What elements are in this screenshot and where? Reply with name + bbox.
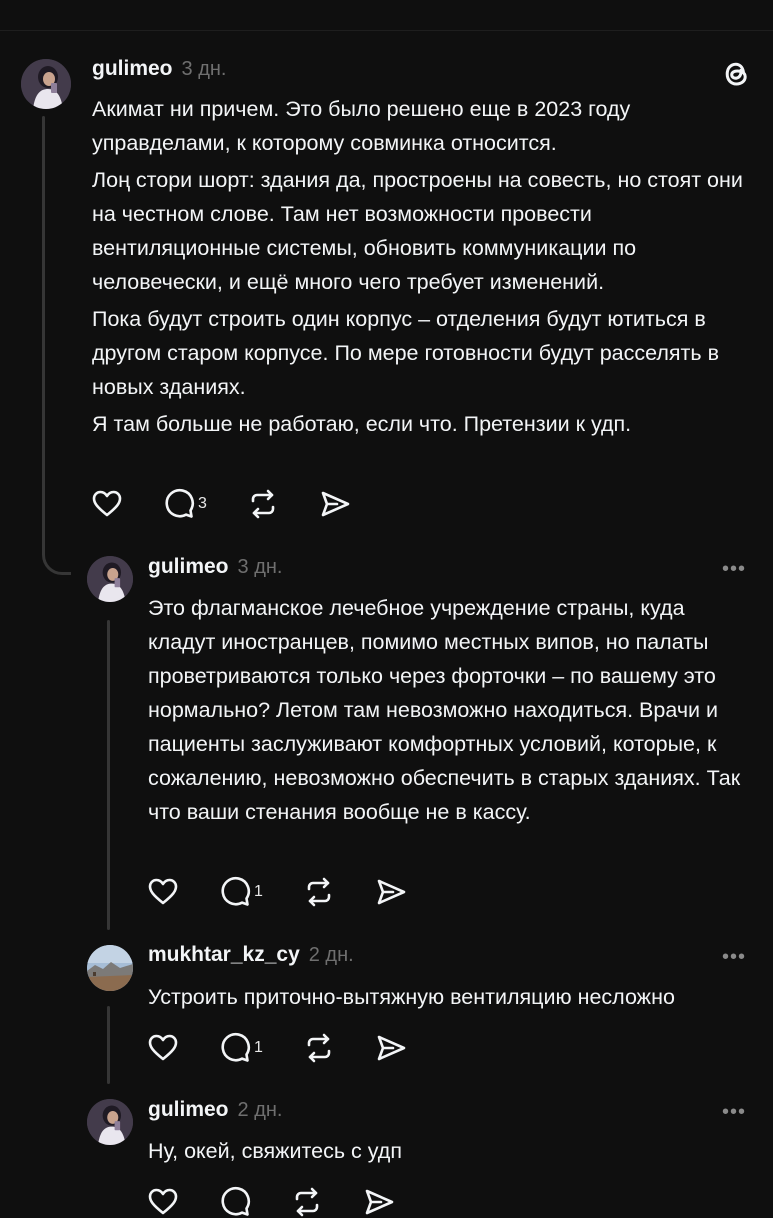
avatar[interactable] — [87, 1099, 133, 1145]
top-divider — [0, 30, 773, 31]
comment-icon — [219, 876, 251, 908]
reply-count: 1 — [254, 1039, 263, 1056]
repost-button[interactable] — [303, 876, 335, 908]
reply-button[interactable]: 3 — [163, 488, 207, 520]
username[interactable]: mukhtar_kz_cy — [148, 943, 300, 967]
reply-count: 3 — [198, 495, 207, 512]
reply-button[interactable] — [219, 1186, 251, 1218]
reply-button[interactable]: 1 — [219, 876, 263, 908]
action-bar: 1 — [147, 876, 447, 908]
post-header: gulimeo 3 дн. — [148, 555, 282, 579]
post-text: Устроить приточно-вытяжную вентиляцию не… — [148, 980, 753, 1017]
share-button[interactable] — [363, 1186, 395, 1218]
repost-icon — [303, 876, 335, 908]
thread-line — [42, 116, 45, 536]
threads-logo-icon[interactable] — [720, 56, 752, 92]
reply-count: 1 — [254, 883, 263, 900]
action-bar: 3 — [91, 488, 391, 520]
reply-button[interactable]: 1 — [219, 1032, 263, 1064]
paragraph: Это флагманское лечебное учреждение стра… — [148, 596, 741, 824]
heart-icon — [91, 488, 123, 520]
heart-icon — [147, 1032, 179, 1064]
share-button[interactable] — [319, 488, 351, 520]
post-text: Это флагманское лечебное учреждение стра… — [148, 591, 753, 832]
action-bar: 1 — [147, 1032, 447, 1064]
paragraph: Ну, окей, свяжитесь с удп — [148, 1139, 402, 1163]
heart-icon — [147, 876, 179, 908]
like-button[interactable] — [91, 488, 123, 520]
action-bar — [147, 1186, 435, 1218]
username[interactable]: gulimeo — [92, 57, 173, 81]
post-text: Ну, окей, свяжитесь с удп — [148, 1134, 753, 1171]
paragraph: Пока будут строить один корпус – отделен… — [92, 307, 719, 399]
like-button[interactable] — [147, 1186, 179, 1218]
paragraph: Акимат ни причем. Это было решено еще в … — [92, 97, 631, 155]
paragraph: Устроить приточно-вытяжную вентиляцию не… — [148, 985, 675, 1009]
timestamp: 2 дн. — [237, 1099, 283, 1121]
avatar[interactable] — [87, 556, 133, 602]
post-header: gulimeo 2 дн. — [148, 1098, 282, 1122]
share-icon — [375, 876, 407, 908]
share-button[interactable] — [375, 876, 407, 908]
like-button[interactable] — [147, 1032, 179, 1064]
timestamp: 2 дн. — [308, 944, 354, 966]
comment-icon — [163, 488, 195, 520]
post-header: gulimeo 3 дн. — [92, 57, 226, 81]
repost-button[interactable] — [303, 1032, 335, 1064]
avatar[interactable] — [87, 945, 133, 991]
more-options-icon[interactable]: ••• — [722, 1101, 746, 1124]
thread-line — [107, 620, 110, 930]
timestamp: 3 дн. — [181, 58, 227, 80]
thread-line — [107, 1006, 110, 1084]
more-options-icon[interactable]: ••• — [722, 558, 746, 581]
repost-icon — [247, 488, 279, 520]
share-icon — [319, 488, 351, 520]
post-text: Акимат ни причем. Это было решено еще в … — [92, 92, 752, 444]
timestamp: 3 дн. — [237, 556, 283, 578]
avatar[interactable] — [21, 59, 71, 109]
thread-connector — [42, 520, 71, 575]
share-button[interactable] — [375, 1032, 407, 1064]
share-icon — [375, 1032, 407, 1064]
more-options-icon[interactable]: ••• — [722, 946, 746, 969]
like-button[interactable] — [147, 876, 179, 908]
repost-button[interactable] — [291, 1186, 323, 1218]
repost-button[interactable] — [247, 488, 279, 520]
repost-icon — [291, 1186, 323, 1218]
share-icon — [363, 1186, 395, 1218]
paragraph: Лоң стори шорт: здания да, простроены на… — [92, 168, 743, 294]
username[interactable]: gulimeo — [148, 555, 229, 579]
heart-icon — [147, 1186, 179, 1218]
repost-icon — [303, 1032, 335, 1064]
username[interactable]: gulimeo — [148, 1098, 229, 1122]
comment-icon — [219, 1032, 251, 1064]
paragraph: Я там больше не работаю, если что. Прете… — [92, 412, 632, 436]
comment-icon — [219, 1186, 251, 1218]
post-header: mukhtar_kz_cy 2 дн. — [148, 943, 354, 967]
